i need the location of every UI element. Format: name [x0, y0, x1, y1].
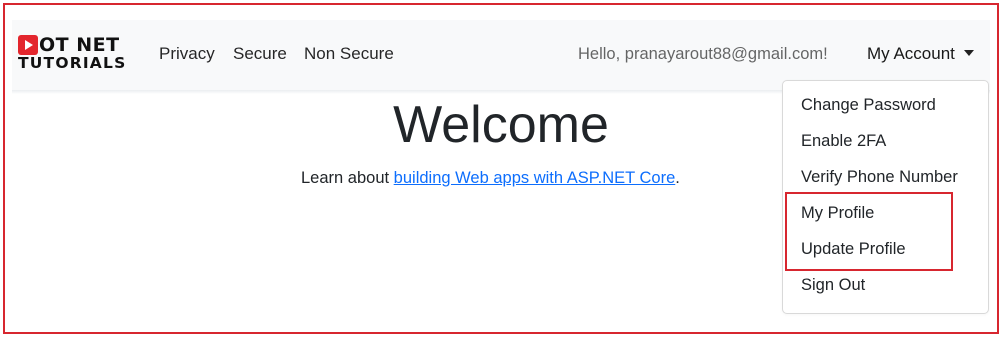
learn-prefix: Learn about [301, 169, 394, 187]
aspnet-core-docs-link[interactable]: building Web apps with ASP.NET Core [394, 169, 676, 187]
brand-text-bottom: TUTORIALS [18, 54, 127, 72]
caret-down-icon [963, 50, 974, 56]
menu-item-sign-out[interactable]: Sign Out [801, 275, 865, 295]
menu-item-change-password[interactable]: Change Password [801, 95, 936, 115]
menu-item-verify-phone-number[interactable]: Verify Phone Number [801, 167, 958, 187]
menu-item-enable-2fa[interactable]: Enable 2FA [801, 131, 886, 151]
nav-link-non-secure[interactable]: Non Secure [304, 44, 394, 64]
my-account-label: My Account [867, 44, 955, 63]
brand-line-1: OT NET [18, 33, 120, 56]
user-greeting[interactable]: Hello, pranayarout88@gmail.com! [578, 44, 828, 64]
nav-link-privacy[interactable]: Privacy [159, 44, 215, 64]
brand-logo[interactable]: OT NET TUTORIALS [18, 34, 132, 76]
brand-text-top: OT NET [39, 33, 120, 56]
my-account-dropdown-toggle[interactable]: My Account [867, 44, 974, 64]
learn-about-text: Learn about building Web apps with ASP.N… [301, 168, 680, 188]
learn-suffix: . [675, 169, 680, 187]
highlight-box [785, 192, 953, 271]
play-icon [18, 34, 38, 55]
nav-link-secure[interactable]: Secure [233, 44, 287, 64]
